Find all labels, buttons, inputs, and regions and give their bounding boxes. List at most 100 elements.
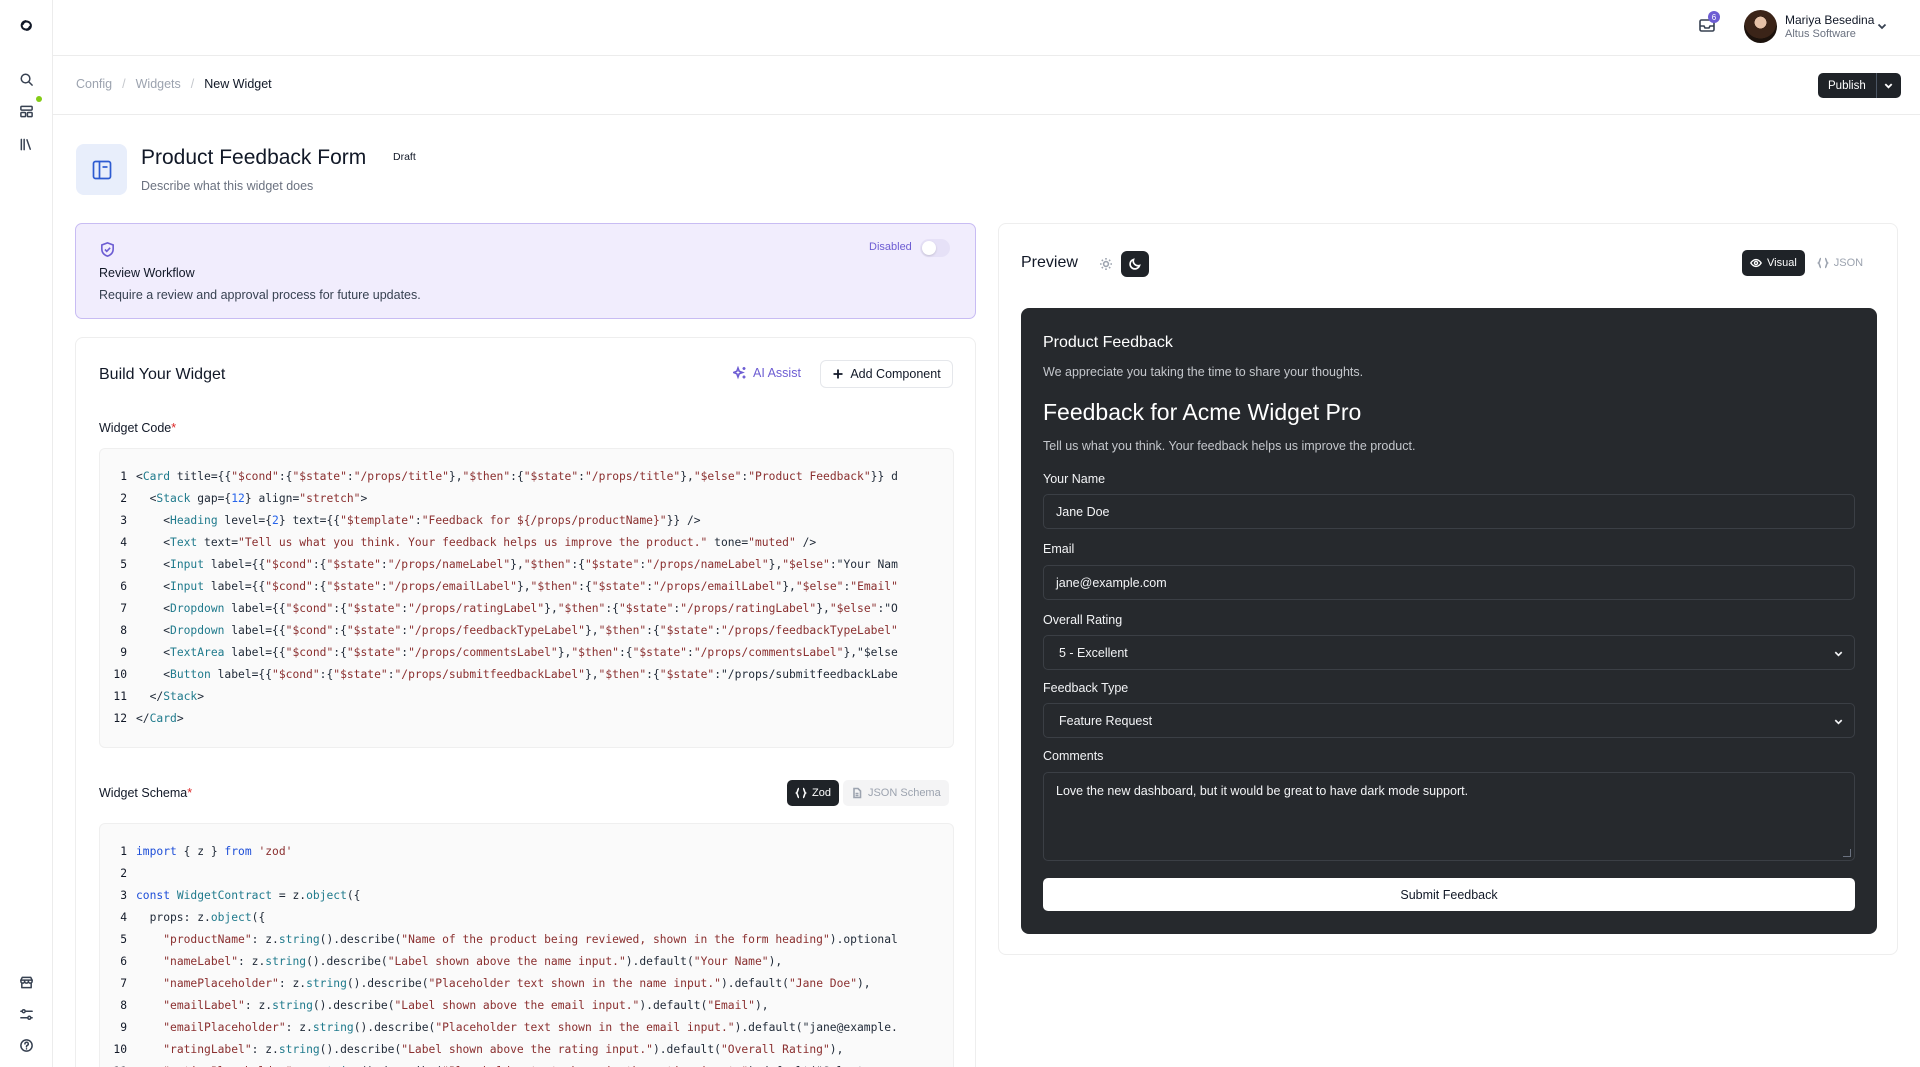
- schema-line: 11 "ratingPlaceholder": z.string().descr…: [100, 1060, 953, 1067]
- widget-code-label: Widget Code*: [99, 421, 177, 435]
- code-line: 1 <Card title={{"$cond":{"$state":"/props…: [100, 465, 953, 487]
- chevron-down-icon: [1834, 651, 1843, 657]
- schema-line: 3 const WidgetContract = z.object({: [100, 884, 953, 906]
- ai-assist-button[interactable]: AI Assist: [733, 366, 801, 380]
- top-bar: [53, 0, 1920, 56]
- schema-line: 1 import { z } from 'zod': [100, 840, 953, 862]
- line-text: import { z } from 'zod': [136, 844, 293, 858]
- line-text: "emailLabel": z.string().describe("Label…: [163, 998, 769, 1012]
- code-line: 5 <Input label={{"$cond":{"$state":"/pro…: [100, 553, 953, 575]
- breadcrumb-config[interactable]: Config: [76, 77, 112, 91]
- line-number: 2: [120, 491, 127, 505]
- line-text: </Card>: [136, 711, 184, 725]
- line-number: 2: [120, 866, 127, 880]
- store-icon[interactable]: [17, 973, 35, 991]
- notification-badge: 6: [1708, 11, 1720, 23]
- code-line: 2 <Stack gap={12} align="stretch">: [100, 487, 953, 509]
- submit-feedback-button[interactable]: Submit Feedback: [1043, 878, 1855, 911]
- page-title[interactable]: Product Feedback Form: [141, 146, 366, 170]
- code-line: 6 <Input label={{"$cond":{"$state":"/pro…: [100, 575, 953, 597]
- file-icon: [853, 787, 862, 799]
- line-text: <Stack gap={12} align="stretch">: [136, 491, 368, 505]
- plus-icon: [833, 369, 843, 379]
- preview-title: Preview: [1021, 254, 1078, 271]
- comments-textarea[interactable]: Love the new dashboard, but it would be …: [1043, 772, 1855, 861]
- review-workflow-description: Require a review and approval process fo…: [99, 288, 421, 302]
- line-number: 7: [120, 976, 127, 990]
- line-text: <Dropdown label={{"$cond":{"$state":"/pr…: [136, 623, 898, 637]
- feedback-type-label: Feedback Type: [1043, 681, 1129, 695]
- line-text: </Stack>: [136, 689, 205, 703]
- shield-check-icon: [99, 241, 117, 259]
- preview-intro-text: Tell us what you think. Your feedback he…: [1043, 439, 1416, 453]
- tab-json-schema[interactable]: JSON Schema: [842, 780, 949, 806]
- user-menu-chevron-down-icon[interactable]: [1876, 20, 1888, 32]
- line-text: <Heading level={2} text={{"$template":"F…: [136, 513, 701, 527]
- widget-code-editor[interactable]: 1 <Card title={{"$cond":{"$state":"/props…: [99, 448, 954, 748]
- light-theme-button[interactable]: [1093, 251, 1119, 277]
- tab-zod[interactable]: Zod: [787, 780, 839, 806]
- sparkles-icon: [733, 366, 746, 380]
- add-component-button[interactable]: Add Component: [820, 360, 953, 388]
- tab-visual[interactable]: Visual: [1742, 250, 1805, 276]
- code-line: 8 <Dropdown label={{"$cond":{"$state":"/…: [100, 619, 953, 641]
- code-line: 11 </Stack>: [100, 685, 953, 707]
- line-number: 7: [120, 601, 127, 615]
- review-workflow-state: Disabled: [869, 241, 912, 253]
- preview-heading: Feedback for Acme Widget Pro: [1043, 399, 1362, 425]
- breadcrumb: Config / Widgets / New Widget: [76, 77, 272, 91]
- chevron-down-icon: [1834, 719, 1843, 725]
- feedback-type-select[interactable]: Feature Request: [1043, 703, 1855, 738]
- line-text: <Input label={{"$cond":{"$state":"/props…: [136, 557, 898, 571]
- moon-icon: [1129, 258, 1141, 270]
- breadcrumb-bar: Config / Widgets / New Widget Publish: [53, 56, 1920, 115]
- schema-line: 7 "namePlaceholder": z.string().describe…: [100, 972, 953, 994]
- help-icon[interactable]: [17, 1036, 35, 1054]
- line-number: 6: [120, 579, 127, 593]
- tab-json[interactable]: JSON: [1809, 250, 1871, 276]
- widgets-icon[interactable]: [17, 102, 35, 120]
- review-workflow-toggle[interactable]: [920, 239, 950, 257]
- schema-lines: 1 import { z } from 'zod' 2 3 const WidgetCo…: [100, 840, 953, 1067]
- rating-select[interactable]: 5 - Excellent: [1043, 635, 1855, 670]
- build-widget-title: Build Your Widget: [99, 366, 226, 383]
- settings-sliders-icon[interactable]: [17, 1005, 35, 1023]
- schema-line: 2: [100, 862, 953, 884]
- review-workflow-title: Review Workflow: [99, 266, 195, 280]
- widget-layout-icon: [76, 144, 127, 195]
- search-icon[interactable]: [17, 70, 35, 88]
- widget-description-field[interactable]: Describe what this widget does: [141, 179, 313, 193]
- widget-schema-editor[interactable]: 1 import { z } from 'zod' 2 3 const WidgetCo…: [99, 823, 954, 1067]
- line-number: 8: [120, 998, 127, 1012]
- line-number: 10: [113, 1042, 127, 1056]
- schema-line: 5 "productName": z.string().describe("Na…: [100, 928, 953, 950]
- line-number: 9: [120, 1020, 127, 1034]
- avatar[interactable]: [1744, 10, 1777, 43]
- dark-theme-button[interactable]: [1121, 251, 1149, 277]
- code-line: 9 <TextArea label={{"$cond":{"$state":"/…: [100, 641, 953, 663]
- sun-icon: [1100, 258, 1112, 270]
- inbox-button[interactable]: 6: [1697, 11, 1720, 37]
- line-number: 9: [120, 645, 127, 659]
- resize-handle[interactable]: [1843, 849, 1851, 857]
- line-text: <Card title={{"$cond":{"$state":"/props/…: [136, 469, 898, 483]
- publish-options-button[interactable]: [1875, 73, 1901, 98]
- schema-format-tabs: Zod JSON Schema: [787, 780, 949, 806]
- code-line: 10 <Button label={{"$cond":{"$state":"/p…: [100, 663, 953, 685]
- app-logo-icon[interactable]: [17, 16, 35, 34]
- code-line: 4 <Text text="Tell us what you think. Yo…: [100, 531, 953, 553]
- library-icon[interactable]: [17, 135, 35, 153]
- line-number: 3: [120, 888, 127, 902]
- line-text: <Dropdown label={{"$cond":{"$state":"/pr…: [136, 601, 898, 615]
- line-number: 5: [120, 557, 127, 571]
- breadcrumb-widgets[interactable]: Widgets: [136, 77, 181, 91]
- line-text: props: z.object({: [136, 910, 266, 924]
- name-input[interactable]: Jane Doe: [1043, 494, 1855, 529]
- email-input[interactable]: jane@example.com: [1043, 565, 1855, 600]
- braces-icon: [795, 787, 807, 799]
- publish-button[interactable]: Publish: [1818, 73, 1876, 98]
- line-number: 4: [120, 910, 127, 924]
- braces-icon: [1816, 257, 1829, 269]
- line-number: 1: [120, 469, 127, 483]
- user-org: Altus Software: [1785, 28, 1856, 40]
